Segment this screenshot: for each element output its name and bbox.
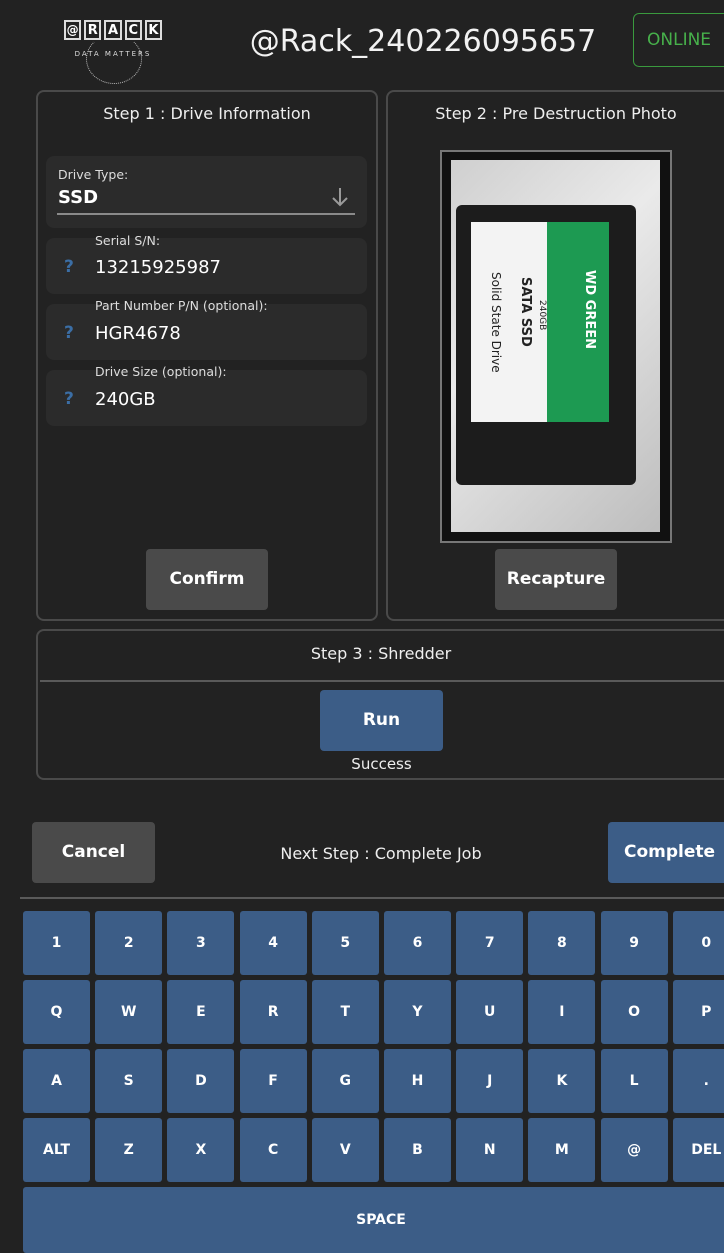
question-icon[interactable]: ? bbox=[64, 323, 74, 343]
photo-text-brand: WD GREEN bbox=[582, 270, 597, 349]
key-5[interactable]: 5 bbox=[311, 911, 379, 975]
run-button[interactable]: Run bbox=[320, 690, 443, 751]
key-7[interactable]: 7 bbox=[456, 911, 524, 975]
serial-field[interactable]: ? Serial S/N: 13215925987 bbox=[46, 233, 367, 294]
key-period[interactable]: . bbox=[672, 1049, 724, 1113]
key-2[interactable]: 2 bbox=[95, 911, 163, 975]
key-a[interactable]: A bbox=[23, 1049, 90, 1113]
key-v[interactable]: V bbox=[311, 1118, 379, 1182]
question-icon[interactable]: ? bbox=[64, 389, 74, 409]
ssd-label-image: WD GREEN SATA SSD 240GB Solid State Driv… bbox=[471, 222, 609, 422]
job-title: @Rack_240226095657 bbox=[249, 24, 597, 59]
key-m[interactable]: M bbox=[528, 1118, 596, 1182]
key-o[interactable]: O bbox=[600, 980, 668, 1044]
key-r[interactable]: R bbox=[239, 980, 307, 1044]
key-u[interactable]: U bbox=[456, 980, 524, 1044]
keyboard-divider bbox=[20, 897, 724, 899]
key-k[interactable]: K bbox=[528, 1049, 596, 1113]
online-status-badge: ONLINE bbox=[633, 13, 724, 67]
key-f[interactable]: F bbox=[239, 1049, 307, 1113]
serial-value: 13215925987 bbox=[95, 257, 221, 278]
cancel-button[interactable]: Cancel bbox=[32, 822, 155, 883]
serial-label: Serial S/N: bbox=[95, 233, 161, 248]
drive-size-label: Drive Size (optional): bbox=[95, 364, 227, 379]
arrow-down-icon bbox=[332, 188, 348, 207]
key-del[interactable]: DEL bbox=[672, 1118, 724, 1182]
key-9[interactable]: 9 bbox=[600, 911, 668, 975]
drive-type-label: Drive Type: bbox=[58, 167, 129, 182]
key-t[interactable]: T bbox=[311, 980, 379, 1044]
key-c[interactable]: C bbox=[239, 1118, 307, 1182]
key-b[interactable]: B bbox=[384, 1118, 451, 1182]
key-x[interactable]: X bbox=[167, 1118, 235, 1182]
key-g[interactable]: G bbox=[311, 1049, 379, 1113]
photo-text-type: Solid State Drive bbox=[489, 272, 503, 373]
key-i[interactable]: I bbox=[528, 980, 596, 1044]
key-6[interactable]: 6 bbox=[384, 911, 451, 975]
part-number-field[interactable]: ? Part Number P/N (optional): HGR4678 bbox=[46, 298, 367, 360]
key-p[interactable]: P bbox=[672, 980, 724, 1044]
logo-arc bbox=[86, 34, 142, 84]
part-number-label: Part Number P/N (optional): bbox=[95, 298, 268, 313]
key-l[interactable]: L bbox=[600, 1049, 668, 1113]
complete-button[interactable]: Complete bbox=[608, 822, 724, 883]
key-h[interactable]: H bbox=[384, 1049, 451, 1113]
drive-type-select[interactable]: Drive Type: SSD bbox=[46, 156, 367, 228]
photo-text-capacity: 240GB bbox=[537, 300, 547, 331]
key-at[interactable]: @ bbox=[600, 1118, 668, 1182]
recapture-button[interactable]: Recapture bbox=[495, 549, 617, 610]
key-j[interactable]: J bbox=[456, 1049, 524, 1113]
photo-text-model: SATA SSD bbox=[518, 277, 533, 347]
key-alt[interactable]: ALT bbox=[23, 1118, 90, 1182]
drive-size-value: 240GB bbox=[95, 389, 156, 410]
key-w[interactable]: W bbox=[95, 980, 163, 1044]
key-0[interactable]: 0 bbox=[672, 911, 724, 975]
step1-title: Step 1 : Drive Information bbox=[103, 104, 311, 123]
key-e[interactable]: E bbox=[167, 980, 235, 1044]
drive-type-underline bbox=[57, 213, 355, 215]
key-n[interactable]: N bbox=[456, 1118, 524, 1182]
part-number-value: HGR4678 bbox=[95, 323, 181, 344]
shredder-status: Success bbox=[351, 755, 412, 773]
key-4[interactable]: 4 bbox=[239, 911, 307, 975]
drive-size-field[interactable]: ? Drive Size (optional): 240GB bbox=[46, 364, 367, 426]
step3-title: Step 3 : Shredder bbox=[310, 644, 452, 663]
drive-photo: WD GREEN SATA SSD 240GB Solid State Driv… bbox=[440, 150, 672, 543]
key-8[interactable]: 8 bbox=[528, 911, 596, 975]
key-3[interactable]: 3 bbox=[167, 911, 235, 975]
key-q[interactable]: Q bbox=[23, 980, 90, 1044]
question-icon[interactable]: ? bbox=[64, 257, 74, 277]
drive-type-value: SSD bbox=[58, 187, 99, 208]
step2-title: Step 2 : Pre Destruction Photo bbox=[435, 104, 677, 123]
confirm-button[interactable]: Confirm bbox=[146, 549, 268, 610]
key-d[interactable]: D bbox=[167, 1049, 235, 1113]
next-step-text: Next Step : Complete Job bbox=[280, 844, 482, 863]
key-space[interactable]: SPACE bbox=[23, 1187, 724, 1253]
key-z[interactable]: Z bbox=[95, 1118, 163, 1182]
step3-divider bbox=[40, 680, 724, 682]
rack-logo: @ R A C K DATA MATTERS bbox=[58, 12, 168, 84]
key-y[interactable]: Y bbox=[384, 980, 451, 1044]
key-1[interactable]: 1 bbox=[23, 911, 90, 975]
key-s[interactable]: S bbox=[95, 1049, 163, 1113]
